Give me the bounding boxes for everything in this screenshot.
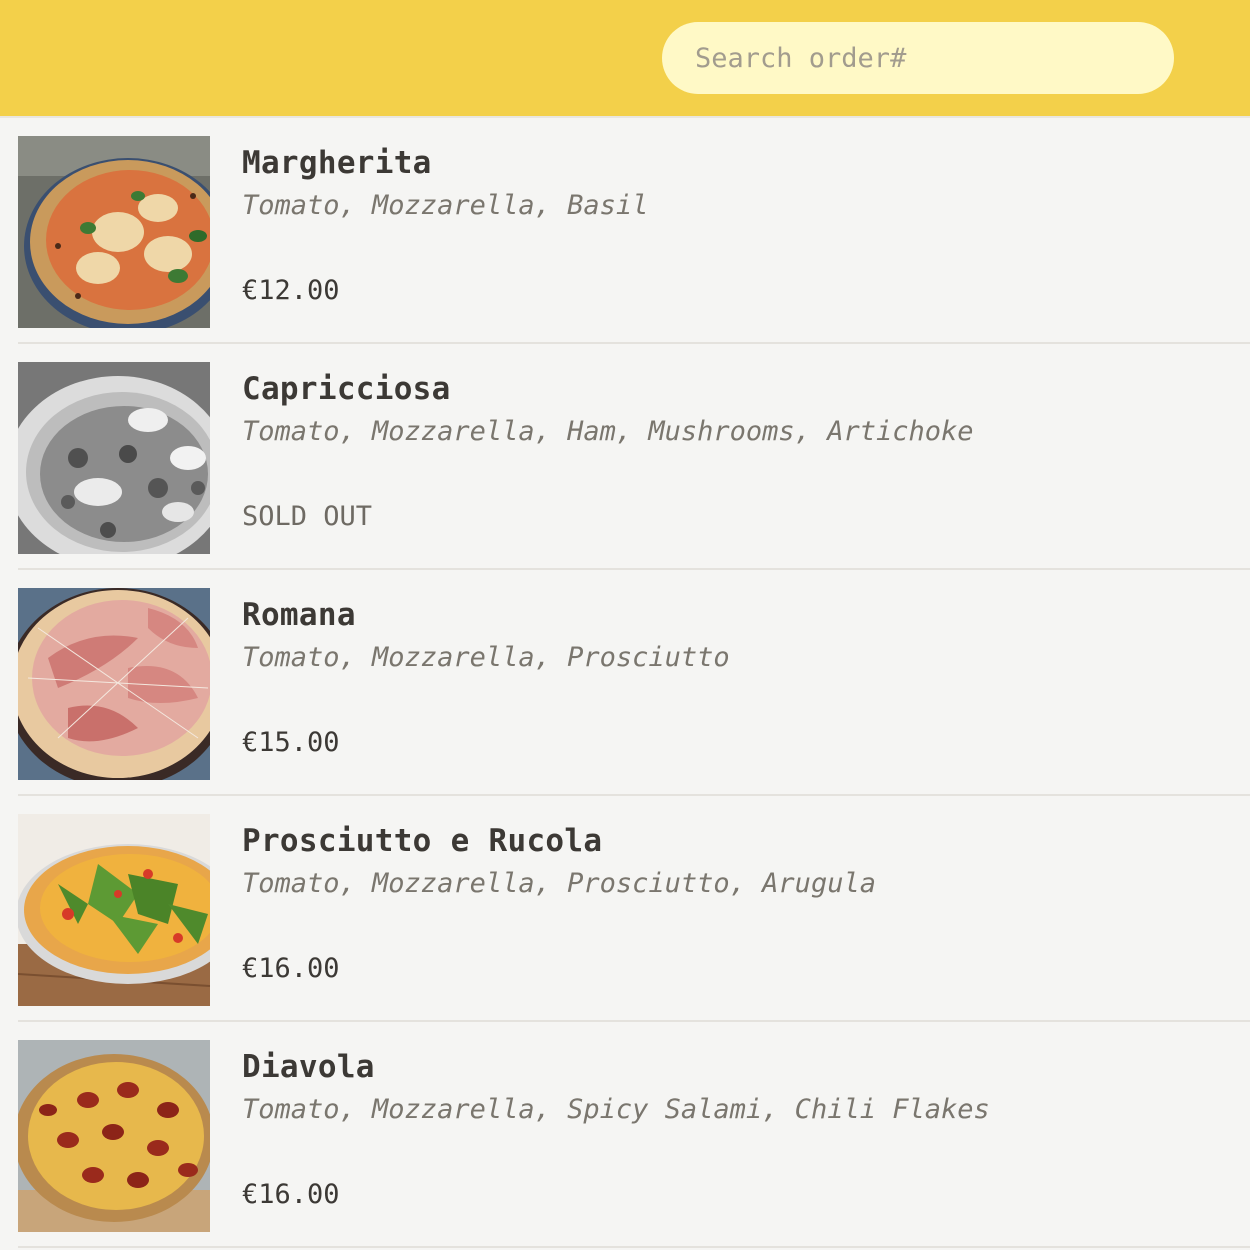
pizza-ingredients: Tomato, Mozzarella, Prosciutto, Arugula <box>242 868 876 899</box>
pizza-price: €15.00 <box>242 727 340 758</box>
pizza-name: Capricciosa <box>242 371 451 407</box>
pizza-name: Diavola <box>242 1049 375 1085</box>
pizza-name: Margherita <box>242 145 432 181</box>
pizza-image <box>18 1040 210 1232</box>
search-order-input[interactable] <box>662 22 1174 94</box>
menu-item-prosciutto-e-rucola[interactable]: Prosciutto e Rucola Tomato, Mozzarella, … <box>18 796 1250 1022</box>
pizza-price: €16.00 <box>242 1179 340 1210</box>
menu-item-margherita[interactable]: Margherita Tomato, Mozzarella, Basil €12… <box>18 118 1250 344</box>
sold-out-label: SOLD OUT <box>242 501 373 532</box>
pizza-image <box>18 814 210 1006</box>
pizza-name: Romana <box>242 597 356 633</box>
top-bar <box>0 0 1250 118</box>
pizza-image <box>18 588 210 780</box>
menu-item-romana[interactable]: Romana Tomato, Mozzarella, Prosciutto €1… <box>18 570 1250 796</box>
pizza-ingredients: Tomato, Mozzarella, Basil <box>242 190 649 221</box>
menu-item-capricciosa[interactable]: Capricciosa Tomato, Mozzarella, Ham, Mus… <box>18 344 1250 570</box>
pizza-price: €12.00 <box>242 275 340 306</box>
pizza-price: €16.00 <box>242 953 340 984</box>
pizza-ingredients: Tomato, Mozzarella, Spicy Salami, Chili … <box>242 1094 990 1125</box>
pizza-image <box>18 362 210 554</box>
pizza-menu-list: Margherita Tomato, Mozzarella, Basil €12… <box>0 118 1250 1248</box>
pizza-ingredients: Tomato, Mozzarella, Prosciutto <box>242 642 730 673</box>
pizza-image <box>18 136 210 328</box>
pizza-ingredients: Tomato, Mozzarella, Ham, Mushrooms, Arti… <box>242 416 974 447</box>
menu-item-diavola[interactable]: Diavola Tomato, Mozzarella, Spicy Salami… <box>18 1022 1250 1248</box>
pizza-name: Prosciutto e Rucola <box>242 823 603 859</box>
